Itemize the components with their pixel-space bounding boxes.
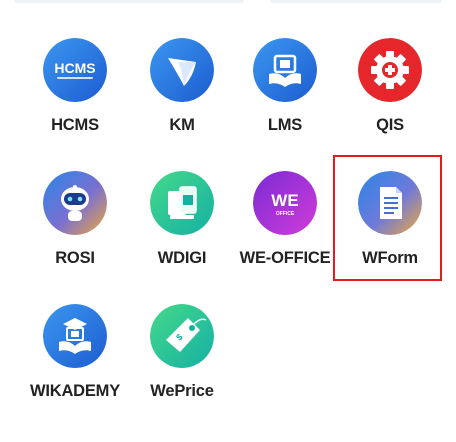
app-wikademy[interactable]: WIKADEMY — [20, 296, 130, 406]
we-office-logo-text: WE — [271, 191, 298, 210]
lms-book-icon — [253, 38, 317, 102]
app-qis[interactable]: QIS — [335, 30, 445, 140]
app-label: ROSI — [55, 249, 95, 267]
top-divider — [0, 0, 456, 8]
wikademy-graduation-icon — [43, 304, 107, 368]
app-label: LMS — [267, 116, 303, 134]
we-office-logo-icon: WE OFFICE — [253, 171, 317, 235]
app-label: WePrice — [150, 382, 214, 400]
top-divider-right — [270, 0, 442, 3]
app-weprice[interactable]: $ WePrice — [127, 296, 237, 406]
qis-gear-icon — [358, 38, 422, 102]
we-office-logo-subtext: OFFICE — [276, 211, 295, 217]
app-rosi[interactable]: ROSI — [20, 163, 130, 273]
app-label: WDIGI — [157, 249, 207, 267]
wdigi-device-icon — [150, 171, 214, 235]
selection-highlight — [333, 155, 442, 281]
app-label: QIS — [376, 116, 404, 134]
weprice-tag-icon: $ — [150, 304, 214, 368]
app-km[interactable]: KM — [127, 30, 237, 140]
hcms-logo-icon: HCMS — [43, 38, 107, 102]
top-divider-left — [14, 0, 244, 3]
app-label: HCMS — [51, 116, 99, 134]
rosi-robot-icon — [43, 171, 107, 235]
app-lms[interactable]: LMS — [230, 30, 340, 140]
app-we-office[interactable]: WE OFFICE WE-OFFICE — [230, 163, 340, 273]
app-label: WIKADEMY — [29, 382, 121, 400]
app-label: WE-OFFICE — [239, 249, 331, 267]
app-wdigi[interactable]: WDIGI — [127, 163, 237, 273]
app-hcms[interactable]: HCMS HCMS — [20, 30, 130, 140]
hcms-logo-text: HCMS — [54, 60, 95, 76]
app-label: KM — [169, 116, 195, 134]
km-leaf-icon — [150, 38, 214, 102]
